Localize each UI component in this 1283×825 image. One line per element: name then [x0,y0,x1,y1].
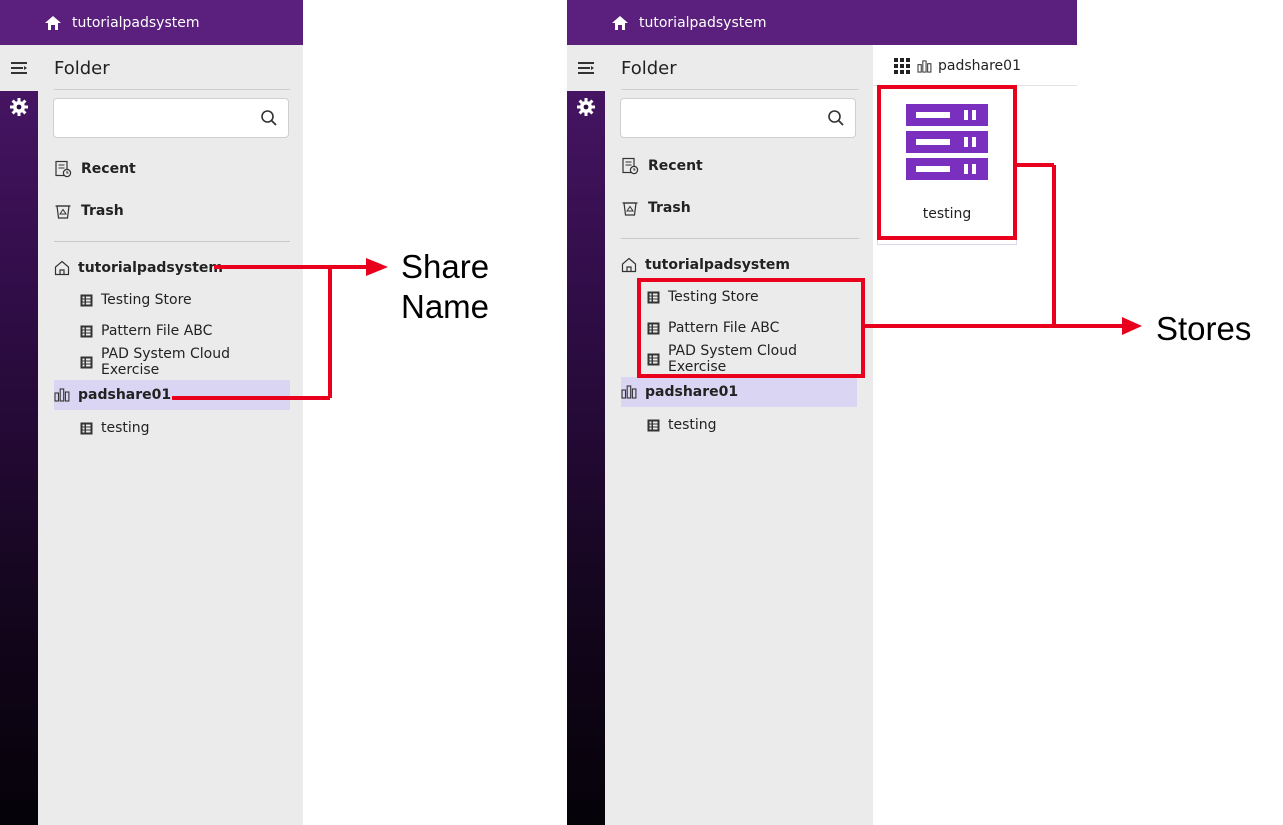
annotation-overlay [172,85,1142,400]
annotation-arrowhead [1122,317,1142,335]
stores-highlight-boxes [637,85,1017,378]
annotation-arrowhead [366,258,388,276]
annotation-stores: Stores [1156,310,1252,347]
share-name-callout [172,265,368,400]
highlight-box-stores [637,278,865,378]
stores-callout [863,163,1124,328]
annotation-share-name: Share Name [401,247,489,327]
annotation-line1: Share [401,248,490,285]
highlight-box-tile [877,85,1017,240]
annotation-line2: Name [401,288,490,325]
